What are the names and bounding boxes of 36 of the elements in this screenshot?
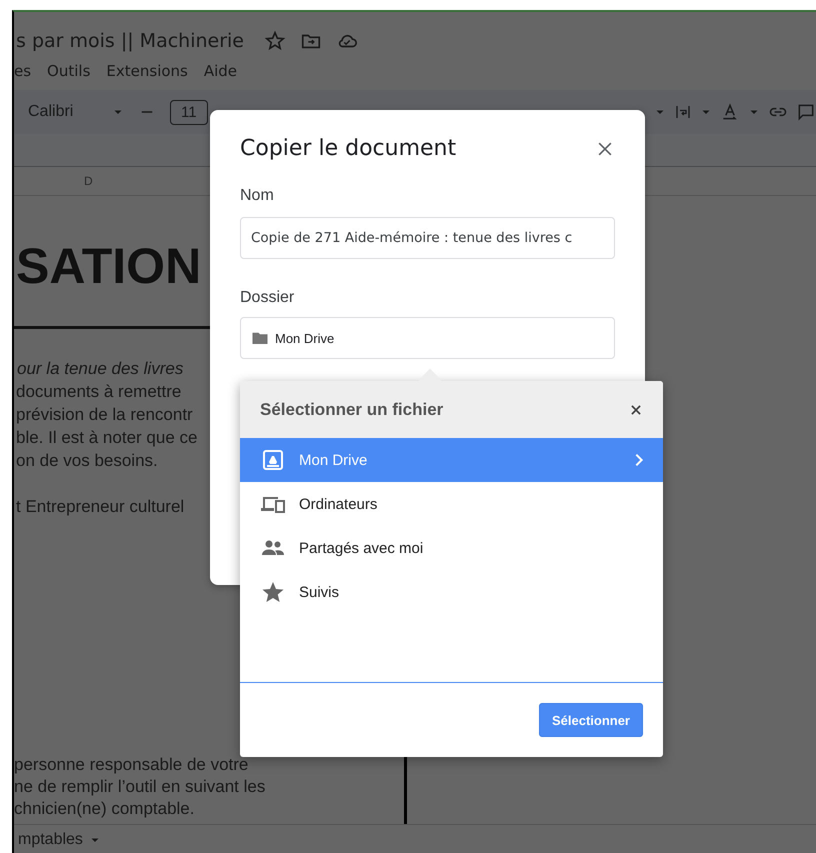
- document-text: prévision de la rencontr: [16, 404, 193, 426]
- document-text: t Entrepreneur culturel: [16, 496, 184, 518]
- picker-item[interactable]: Mon Drive: [240, 438, 663, 482]
- document-text: chnicien(ne) comptable.: [14, 798, 196, 820]
- drive-icon: [261, 448, 285, 472]
- folder-field[interactable]: Mon Drive: [240, 317, 615, 359]
- document-text: documents à remettre: [16, 381, 182, 403]
- document-text: ble. Il est à noter que ce: [16, 427, 198, 449]
- picker-item[interactable]: Suivis: [240, 570, 663, 614]
- select-button[interactable]: Sélectionner: [538, 703, 643, 737]
- menu-item[interactable]: es: [14, 62, 32, 80]
- field-label: Dossier: [240, 289, 296, 307]
- field-label: Nom: [240, 187, 275, 205]
- picker-title: Sélectionner un fichier: [260, 400, 444, 420]
- document-text: our la tenue des livres: [16, 358, 184, 380]
- picker-item[interactable]: Partagés avec moi: [240, 526, 663, 570]
- document-text: personne responsable de votre: [14, 754, 250, 776]
- text-wrap-icon[interactable]: [674, 103, 692, 121]
- star-icon: [261, 580, 285, 604]
- comment-icon[interactable]: [796, 102, 816, 122]
- document-title: s par mois || Machinerie: [16, 30, 244, 52]
- name-field[interactable]: Copie de 271 Aide-mémoire : tenue des livres c: [240, 217, 615, 259]
- sheet-tab[interactable]: mptables: [18, 831, 83, 849]
- picker-item[interactable]: Ordinateurs: [240, 482, 663, 526]
- document-text: on de vos besoins.: [16, 450, 158, 472]
- document-heading: SATION: [16, 237, 202, 296]
- dialog-title: Copier le document: [240, 136, 456, 161]
- menu-item[interactable]: Aide: [204, 62, 238, 80]
- menu-item[interactable]: Extensions: [106, 62, 188, 80]
- close-icon[interactable]: [629, 402, 643, 416]
- column-letter: D: [84, 174, 93, 188]
- font-dropdown[interactable]: Calibri: [28, 103, 98, 121]
- star-icon[interactable]: [264, 30, 286, 52]
- font-size-field[interactable]: 11: [170, 100, 208, 124]
- menu-item[interactable]: Outils: [47, 62, 90, 80]
- document-text: ne de remplir l’outil en suivant les: [14, 776, 266, 798]
